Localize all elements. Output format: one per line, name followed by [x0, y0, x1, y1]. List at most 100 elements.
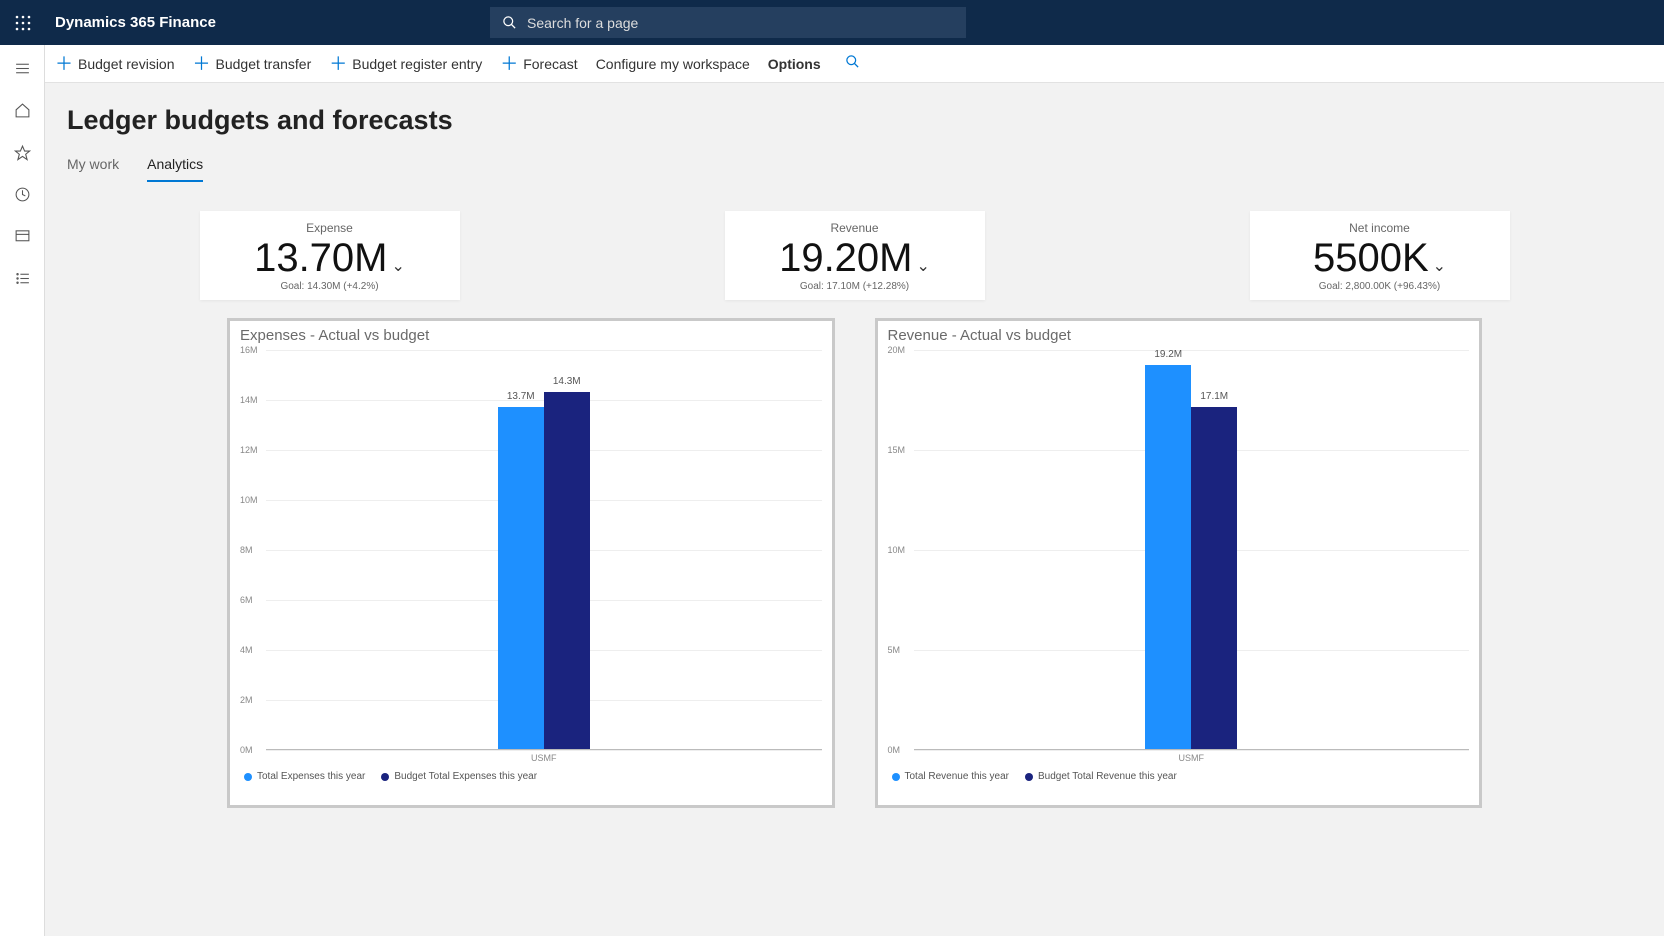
workspace-icon	[14, 228, 31, 245]
kpi-goal: Goal: 14.30M (+4.2%)	[208, 281, 452, 292]
legend: Total Revenue this year Budget Total Rev…	[892, 771, 1470, 782]
clock-icon	[14, 186, 31, 203]
data-label: 17.1M	[1191, 391, 1237, 402]
legend-item-actual: Total Revenue this year	[892, 771, 1010, 782]
bar-actual[interactable]: 13.7M	[498, 407, 544, 750]
search-icon	[845, 54, 860, 69]
plus-icon: ＋	[55, 55, 73, 73]
kpi-row: Expense 13.70M⌄ Goal: 14.30M (+4.2%) Rev…	[67, 211, 1642, 300]
y-tick-label: 10M	[888, 545, 906, 555]
bar-group: 13.7M14.3M	[498, 392, 590, 750]
swatch-icon	[244, 773, 252, 781]
y-tick-label: 14M	[240, 395, 258, 405]
modules-button[interactable]	[0, 261, 45, 295]
home-button[interactable]	[0, 93, 45, 127]
y-tick-label: 20M	[888, 345, 906, 355]
kpi-label: Revenue	[733, 221, 977, 235]
budget-transfer-button[interactable]: ＋ Budget transfer	[193, 55, 312, 73]
gridline	[266, 350, 822, 351]
legend-item-budget: Budget Total Expenses this year	[381, 771, 537, 782]
action-search-button[interactable]	[845, 54, 860, 74]
app-title: Dynamics 365 Finance	[55, 14, 216, 31]
chevron-down-icon: ⌄	[1433, 259, 1446, 276]
menu-icon	[14, 60, 31, 77]
list-icon	[14, 270, 31, 287]
budget-revision-button[interactable]: ＋ Budget revision	[55, 55, 175, 73]
favorites-button[interactable]	[0, 135, 45, 169]
y-tick-label: 6M	[240, 595, 253, 605]
recent-button[interactable]	[0, 177, 45, 211]
global-search[interactable]	[490, 7, 966, 38]
home-icon	[14, 102, 31, 119]
workspaces-button[interactable]	[0, 219, 45, 253]
y-tick-label: 12M	[240, 445, 258, 455]
gridline	[914, 750, 1470, 751]
kpi-goal: Goal: 17.10M (+12.28%)	[733, 281, 977, 292]
chart-expenses: Expenses - Actual vs budget 0M2M4M6M8M10…	[227, 318, 835, 808]
y-tick-label: 0M	[888, 745, 901, 755]
hamburger-button[interactable]	[0, 51, 45, 85]
chart-title: Revenue - Actual vs budget	[888, 327, 1470, 344]
gridline	[914, 350, 1470, 351]
data-label: 13.7M	[498, 391, 544, 402]
chevron-down-icon: ⌄	[392, 259, 405, 276]
kpi-label: Net income	[1258, 221, 1502, 235]
waffle-icon	[15, 15, 31, 31]
gridline	[266, 750, 822, 751]
chart-row: Expenses - Actual vs budget 0M2M4M6M8M10…	[67, 318, 1642, 808]
kpi-value: 19.20M⌄	[779, 237, 930, 279]
left-nav-rail	[0, 45, 45, 936]
page-title: Ledger budgets and forecasts	[67, 105, 1642, 136]
forecast-button[interactable]: ＋ Forecast	[500, 55, 577, 73]
legend-item-actual: Total Expenses this year	[244, 771, 365, 782]
legend: Total Expenses this year Budget Total Ex…	[244, 771, 822, 782]
swatch-icon	[1025, 773, 1033, 781]
x-axis-label: USMF	[914, 753, 1470, 763]
y-tick-label: 16M	[240, 345, 258, 355]
chevron-down-icon: ⌄	[917, 259, 930, 276]
tab-analytics[interactable]: Analytics	[147, 152, 203, 182]
action-label: Budget register entry	[352, 56, 482, 72]
kpi-goal: Goal: 2,800.00K (+96.43%)	[1258, 281, 1502, 292]
budget-register-entry-button[interactable]: ＋ Budget register entry	[329, 55, 482, 73]
tab-my-work[interactable]: My work	[67, 152, 119, 182]
y-tick-label: 10M	[240, 495, 258, 505]
action-label: Configure my workspace	[596, 56, 750, 72]
swatch-icon	[381, 773, 389, 781]
kpi-value: 5500K⌄	[1313, 237, 1446, 279]
bar-actual[interactable]: 19.2M	[1145, 365, 1191, 749]
data-label: 19.2M	[1145, 349, 1191, 360]
data-label: 14.3M	[544, 376, 590, 387]
kpi-value: 13.70M⌄	[254, 237, 405, 279]
y-tick-label: 15M	[888, 445, 906, 455]
action-label: Options	[768, 56, 821, 72]
bar-budget[interactable]: 14.3M	[544, 392, 590, 750]
action-label: Budget transfer	[216, 56, 312, 72]
chart-revenue: Revenue - Actual vs budget 0M5M10M15M20M…	[875, 318, 1483, 808]
bar-budget[interactable]: 17.1M	[1191, 407, 1237, 749]
app-header: Dynamics 365 Finance	[0, 0, 1664, 45]
action-label: Budget revision	[78, 56, 175, 72]
y-tick-label: 2M	[240, 695, 253, 705]
tab-strip: My work Analytics	[67, 152, 1642, 183]
kpi-label: Expense	[208, 221, 452, 235]
options-button[interactable]: Options	[768, 56, 821, 72]
plot-area: 0M5M10M15M20M19.2M17.1M	[914, 350, 1470, 750]
kpi-net-income[interactable]: Net income 5500K⌄ Goal: 2,800.00K (+96.4…	[1250, 211, 1510, 300]
swatch-icon	[892, 773, 900, 781]
action-label: Forecast	[523, 56, 577, 72]
y-tick-label: 4M	[240, 645, 253, 655]
plus-icon: ＋	[329, 55, 347, 73]
chart-title: Expenses - Actual vs budget	[240, 327, 822, 344]
configure-workspace-button[interactable]: Configure my workspace	[596, 56, 750, 72]
page-content: Ledger budgets and forecasts My work Ana…	[45, 83, 1664, 936]
y-tick-label: 5M	[888, 645, 901, 655]
search-input[interactable]	[527, 15, 954, 31]
kpi-revenue[interactable]: Revenue 19.20M⌄ Goal: 17.10M (+12.28%)	[725, 211, 985, 300]
kpi-expense[interactable]: Expense 13.70M⌄ Goal: 14.30M (+4.2%)	[200, 211, 460, 300]
legend-item-budget: Budget Total Revenue this year	[1025, 771, 1177, 782]
plus-icon: ＋	[193, 55, 211, 73]
bar-group: 19.2M17.1M	[1145, 365, 1237, 749]
action-bar: ＋ Budget revision ＋ Budget transfer ＋ Bu…	[45, 45, 1664, 83]
app-launcher-button[interactable]	[0, 0, 45, 45]
